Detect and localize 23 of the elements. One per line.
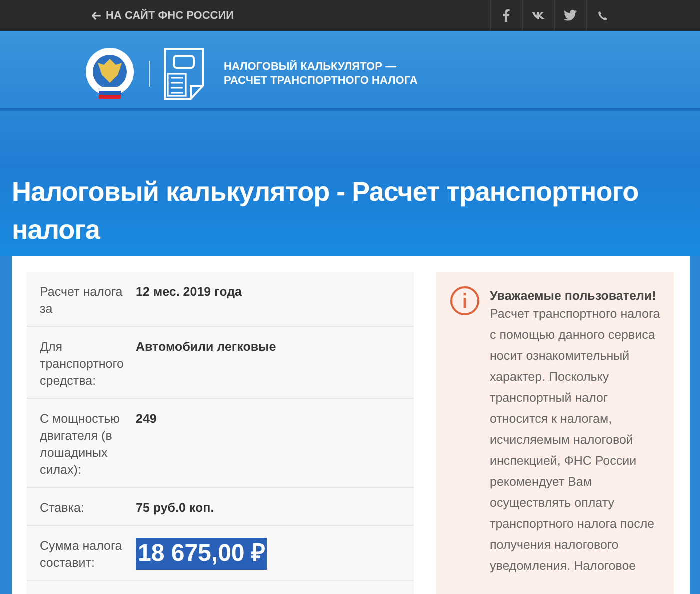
phone-icon[interactable] xyxy=(598,10,608,20)
calculator-document-icon xyxy=(164,48,204,100)
emblem-drawing xyxy=(85,47,135,101)
facebook-icon[interactable] xyxy=(503,9,510,22)
field-value: 12 мес. 2019 года xyxy=(136,284,242,301)
field-label: Ставка: xyxy=(40,500,86,517)
field-value: 18 675,00 ₽ xyxy=(136,538,268,572)
field-value: 75 руб.0 коп. xyxy=(136,500,214,517)
page-title: Налоговый калькулятор - Расчет транспортного налога xyxy=(11,176,640,247)
notice-text: Расчет транспортного налога с помощью данного сервиса носит ознакомительный характер. Поскольку транспортный налог относится к налогам, исчисляемым налоговой инспекцией, ФНС России рекомендует Вам осуществлять оплату транспортного налога после получения налогового уведомления. Налоговое xyxy=(490,306,662,575)
field-label: Расчет налога за xyxy=(40,284,124,318)
header-title: НАЛОГОВЫЙ КАЛЬКУЛЯТОР — РАСЧЕТ ТРАНСПОРТНОГО НАЛОГА xyxy=(224,60,418,88)
info-icon xyxy=(450,286,480,316)
vk-icon[interactable] xyxy=(532,11,546,20)
field-label: Для транспортного средства: xyxy=(40,339,125,390)
twitter-icon[interactable] xyxy=(564,10,577,21)
field-value: 249 xyxy=(136,411,157,428)
arrow-left-icon xyxy=(92,12,101,20)
field-value: Автомобили легковые xyxy=(136,339,276,356)
notice-title: Уважаемые пользователи! xyxy=(490,288,658,304)
field-label: Сумма налога составит: xyxy=(40,538,124,572)
field-label: С мощностью двигателя (в лошадиных силах): xyxy=(40,411,122,479)
back-link[interactable]: НА САЙТ ФНС РОССИИ xyxy=(92,10,234,22)
